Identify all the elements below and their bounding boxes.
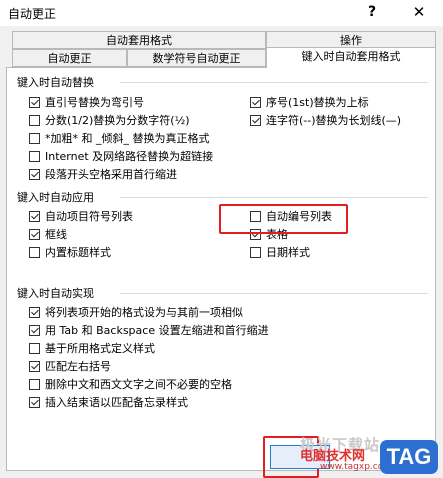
checkbox-box[interactable] (29, 378, 40, 390)
checkbox-label: 段落开头空格采用首行缩进 (45, 168, 177, 181)
help-button[interactable]: ? (362, 2, 382, 22)
checkbox-tab-indent[interactable]: 用 Tab 和 Backspace 设置左缩进和首行缩进 (29, 323, 269, 337)
checkbox-label: 直引号替换为弯引号 (45, 96, 144, 109)
group-divider (120, 293, 428, 294)
checkbox-label: 删除中文和西文文字之间不必要的空格 (45, 378, 232, 391)
checkbox-fractions[interactable]: 分数(1/2)替换为分数字符(½) (29, 113, 190, 127)
checkbox-label: *加粗* 和 _倾斜_ 替换为真正格式 (45, 132, 210, 145)
checkbox-first-line-indent[interactable]: 段落开头空格采用首行缩进 (29, 167, 177, 181)
tab-autoformat-as-you-type[interactable]: 键入时自动套用格式 (266, 47, 436, 68)
checkbox-label: 用 Tab 和 Backspace 设置左缩进和首行缩进 (45, 324, 269, 337)
checkbox-label: 序号(1st)替换为上标 (266, 96, 369, 109)
checkbox-hyperlinks[interactable]: Internet 及网络路径替换为超链接 (29, 149, 213, 163)
tab-autoformat[interactable]: 自动套用格式 (12, 31, 266, 49)
checkbox-box[interactable] (29, 306, 40, 318)
watermark-tag-logo: TAG (380, 440, 438, 474)
highlight-box (219, 204, 348, 234)
checkbox-label: Internet 及网络路径替换为超链接 (45, 150, 214, 163)
checkbox-box[interactable] (29, 210, 40, 222)
checkbox-box[interactable] (29, 324, 40, 336)
checkbox-box[interactable] (29, 96, 40, 108)
checkbox-match-parentheses[interactable]: 匹配左右括号 (29, 359, 111, 373)
checkbox-label: 日期样式 (266, 246, 310, 259)
window-title: 自动更正 (8, 7, 57, 21)
checkbox-box[interactable] (29, 342, 40, 354)
checkbox-ordinals[interactable]: 序号(1st)替换为上标 (250, 95, 369, 109)
checkbox-label: 将列表项开始的格式设为与其前一项相似 (45, 306, 243, 319)
checkbox-bold-italic[interactable]: *加粗* 和 _倾斜_ 替换为真正格式 (29, 131, 210, 145)
checkbox-box[interactable] (250, 96, 261, 108)
checkbox-box[interactable] (29, 228, 40, 240)
checkbox-box[interactable] (250, 114, 261, 126)
checkbox-memo-closings[interactable]: 插入结束语以匹配备忘录样式 (29, 395, 188, 409)
checkbox-box[interactable] (29, 132, 40, 144)
checkbox-list-format[interactable]: 将列表项开始的格式设为与其前一项相似 (29, 305, 243, 319)
checkbox-box[interactable] (250, 246, 261, 258)
checkbox-box[interactable] (29, 168, 40, 180)
checkbox-dashes[interactable]: 连字符(--)替换为长划线(—) (250, 113, 401, 127)
group-label-apply: 键入时自动应用 (17, 189, 98, 205)
checkbox-label: 匹配左右括号 (45, 360, 111, 373)
checkbox-box[interactable] (29, 114, 40, 126)
group-label-automatic: 键入时自动实现 (17, 285, 98, 301)
group-divider (120, 82, 428, 83)
checkbox-label: 连字符(--)替换为长划线(—) (266, 114, 402, 127)
tab-math-autocorrect[interactable]: 数学符号自动更正 (127, 49, 266, 67)
checkbox-label: 基于所用格式定义样式 (45, 342, 155, 355)
checkbox-label: 内置标题样式 (45, 246, 111, 259)
checkbox-smart-quotes[interactable]: 直引号替换为弯引号 (29, 95, 144, 109)
checkbox-label: 分数(1/2)替换为分数字符(½) (45, 114, 190, 127)
checkbox-heading-styles[interactable]: 内置标题样式 (29, 245, 111, 259)
checkbox-label: 插入结束语以匹配备忘录样式 (45, 396, 188, 409)
checkbox-label: 自动项目符号列表 (45, 210, 133, 223)
checkbox-box[interactable] (29, 150, 40, 162)
checkbox-auto-bullets[interactable]: 自动项目符号列表 (29, 209, 133, 223)
checkbox-box[interactable] (29, 360, 40, 372)
checkbox-date-styles[interactable]: 日期样式 (250, 245, 310, 259)
close-button[interactable]: ✕ (408, 2, 430, 22)
checkbox-remove-spaces[interactable]: 删除中文和西文文字之间不必要的空格 (29, 377, 232, 391)
tab-autocorrect[interactable]: 自动更正 (12, 49, 127, 67)
checkbox-box[interactable] (29, 396, 40, 408)
checkbox-borders[interactable]: 框线 (29, 227, 67, 241)
title-bar: 自动更正 ? ✕ (0, 0, 443, 26)
group-divider (120, 197, 428, 198)
checkbox-define-styles[interactable]: 基于所用格式定义样式 (29, 341, 155, 355)
checkbox-label: 框线 (45, 228, 67, 241)
group-label-replace: 键入时自动替换 (17, 74, 98, 90)
checkbox-box[interactable] (29, 246, 40, 258)
